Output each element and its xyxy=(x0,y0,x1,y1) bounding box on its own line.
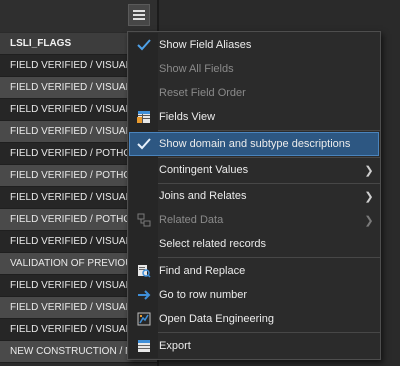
arrow-right-icon xyxy=(129,283,159,307)
menu-item-select-related-records[interactable]: Select related records xyxy=(129,232,379,256)
menu-item-contingent-values[interactable]: Contingent Values ❯ xyxy=(129,158,379,182)
menu-item-joins-and-relates[interactable]: Joins and Relates ❯ xyxy=(129,184,379,208)
menu-item-label: Show Field Aliases xyxy=(159,39,252,51)
menu-separator xyxy=(158,332,380,333)
table-options-button[interactable] xyxy=(128,4,150,26)
menu-item-label: Find and Replace xyxy=(159,265,246,277)
menu-item-open-data-engineering[interactable]: Open Data Engineering xyxy=(129,307,379,331)
menu-item-label: Show All Fields xyxy=(159,63,234,75)
menu-item-label: Open Data Engineering xyxy=(159,313,274,325)
checkmark-icon xyxy=(129,33,159,57)
menu-item-label: Select related records xyxy=(159,238,266,250)
menu-item-label: Export xyxy=(159,340,191,352)
data-engineering-icon xyxy=(129,307,159,331)
chevron-right-icon: ❯ xyxy=(364,164,374,177)
menu-item-label: Reset Field Order xyxy=(159,87,246,99)
menu-item-find-and-replace[interactable]: Find and Replace xyxy=(129,259,379,283)
table-options-menu: Show Field Aliases Show All Fields Reset… xyxy=(127,31,381,360)
checkmark-icon xyxy=(129,132,159,156)
menu-item-export[interactable]: Export xyxy=(129,334,379,358)
menu-item-label: Go to row number xyxy=(159,289,248,301)
menu-item-label: Joins and Relates xyxy=(159,190,247,202)
menu-item-show-field-aliases[interactable]: Show Field Aliases xyxy=(129,33,379,57)
menu-item-related-data[interactable]: Related Data ❯ xyxy=(129,208,379,232)
chevron-right-icon: ❯ xyxy=(364,214,374,227)
menu-separator xyxy=(158,257,380,258)
menu-item-reset-field-order[interactable]: Reset Field Order xyxy=(129,81,379,105)
fields-view-icon xyxy=(129,105,159,129)
menu-item-show-all-fields[interactable]: Show All Fields xyxy=(129,57,379,81)
hamburger-menu-icon xyxy=(133,10,145,20)
menu-separator xyxy=(158,130,380,131)
related-data-icon xyxy=(129,208,159,232)
export-icon xyxy=(129,334,159,358)
menu-item-go-to-row-number[interactable]: Go to row number xyxy=(129,283,379,307)
menu-item-label: Fields View xyxy=(159,111,216,123)
find-replace-icon xyxy=(129,259,159,283)
menu-item-fields-view[interactable]: Fields View xyxy=(129,105,379,129)
menu-item-label: Contingent Values xyxy=(159,164,249,176)
menu-item-label: Related Data xyxy=(159,214,224,226)
menu-item-show-domain-subtype-descriptions[interactable]: Show domain and subtype descriptions xyxy=(129,132,379,156)
menu-item-label: Show domain and subtype descriptions xyxy=(159,138,351,150)
chevron-right-icon: ❯ xyxy=(364,190,374,203)
